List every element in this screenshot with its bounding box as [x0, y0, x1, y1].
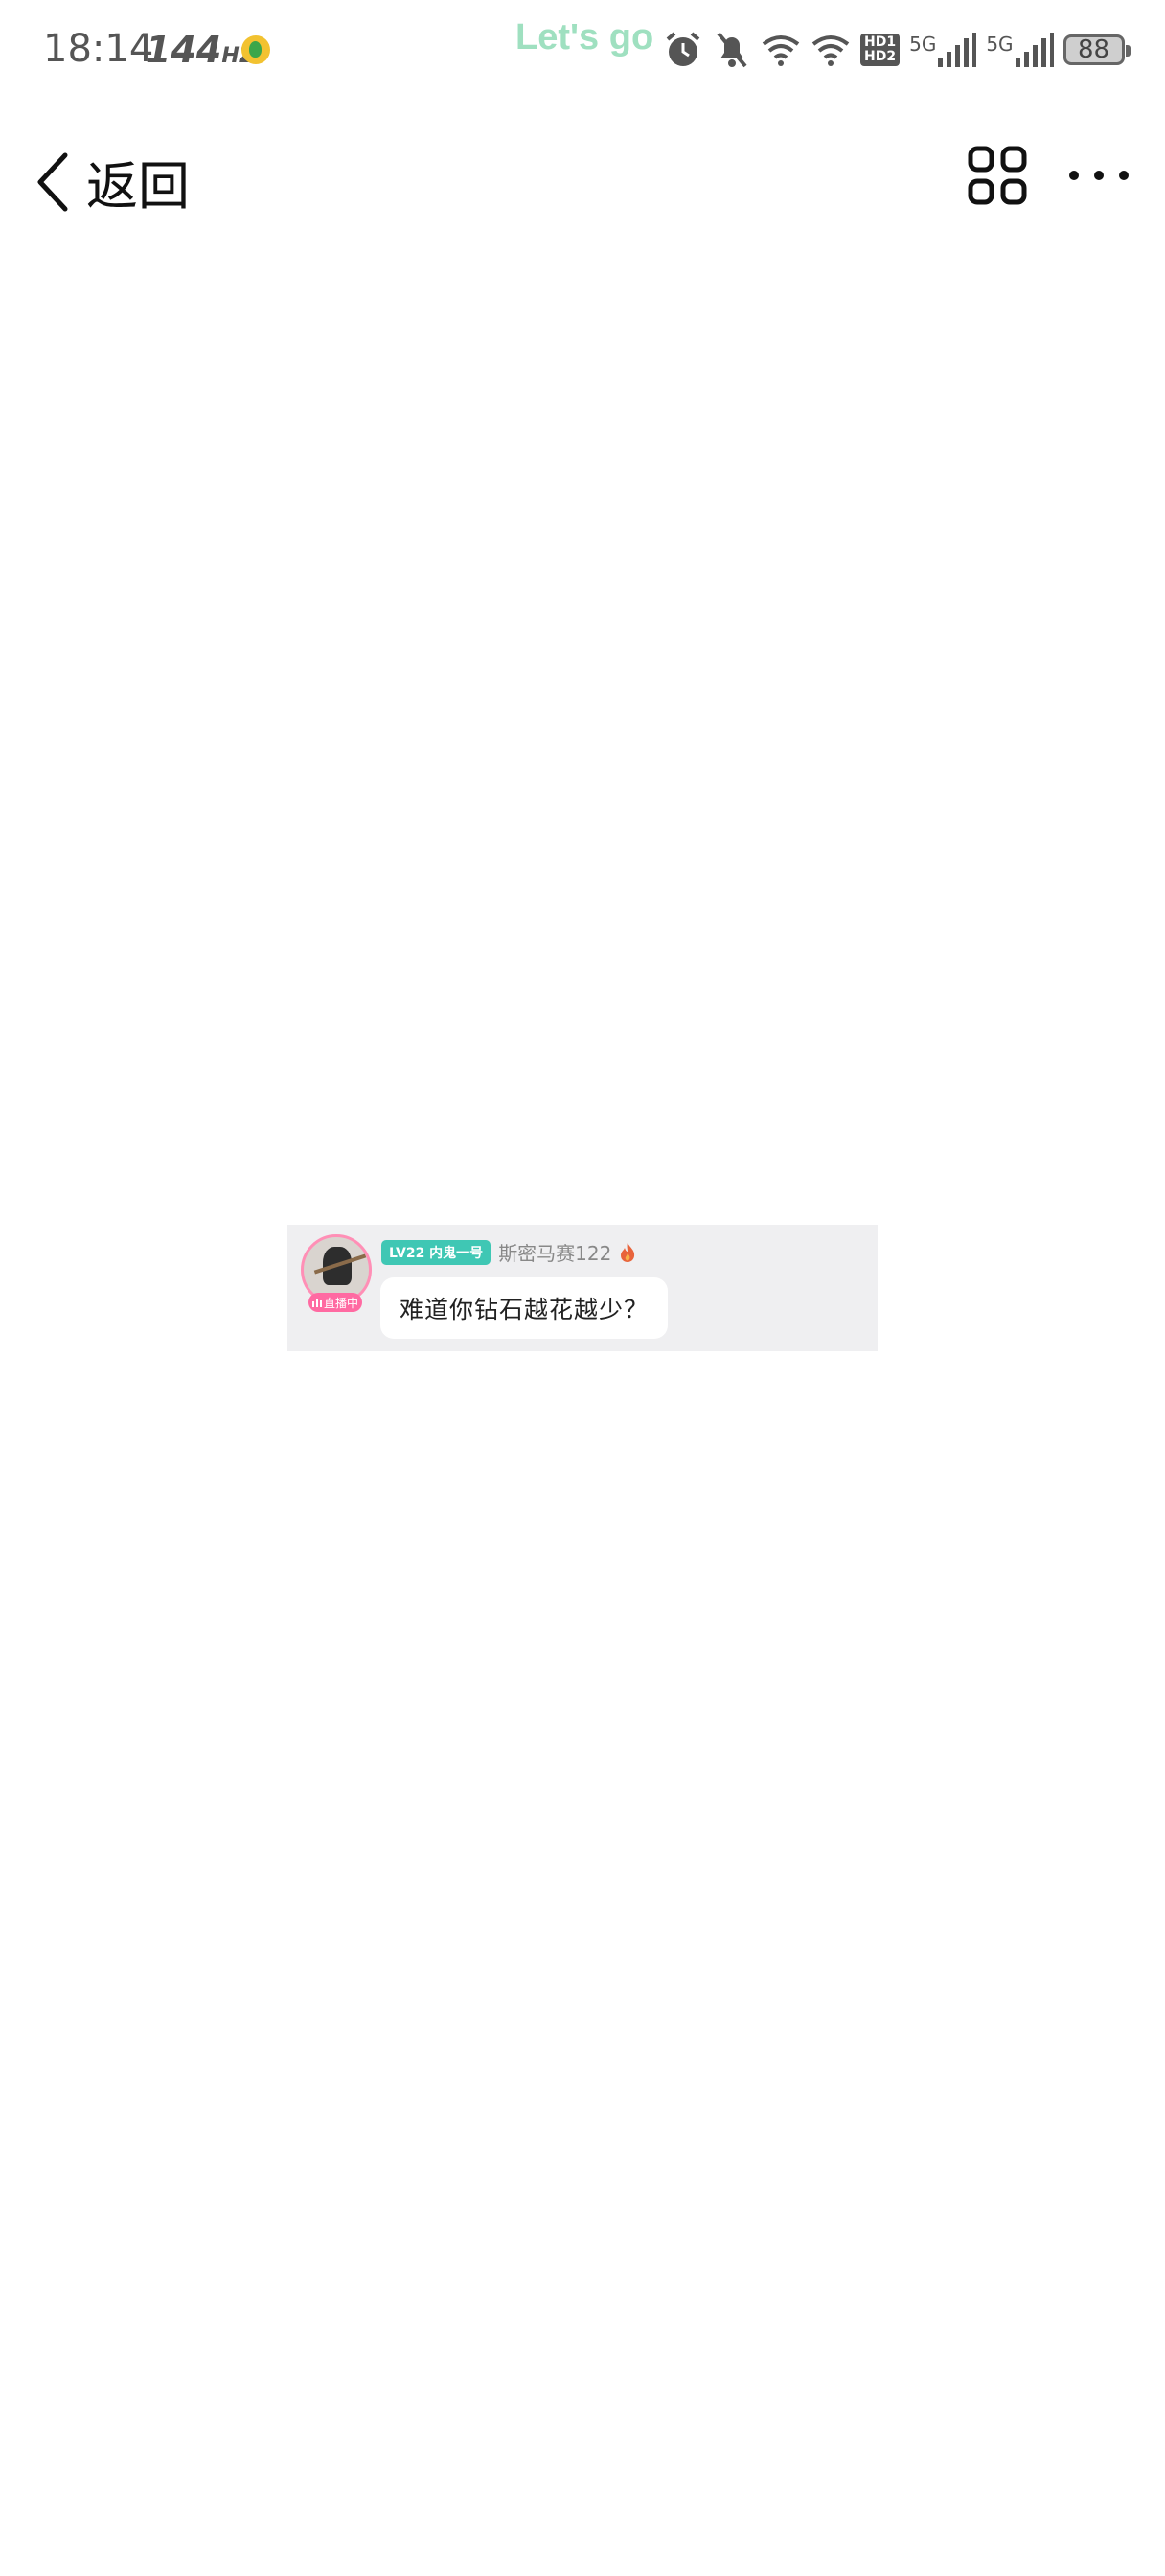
username[interactable]: 斯密马赛122 [498, 1238, 611, 1266]
network-label: 5G [986, 33, 1014, 56]
level-badge: LV22 内鬼一号 [381, 1239, 491, 1265]
network-label: 5G [909, 33, 937, 56]
chevron-left-icon [37, 152, 68, 211]
signal-bars-icon [938, 33, 977, 67]
alarm-icon [666, 32, 700, 66]
fire-icon [621, 1242, 635, 1262]
hd-icon: HD1 HD2 [860, 34, 901, 66]
status-icons: HD1 HD2 5G 5G 88 [663, 27, 1131, 73]
mute-bell-icon [717, 32, 747, 68]
live-badge: 直播中 [308, 1293, 362, 1312]
top-nav: 返回 [0, 125, 1165, 230]
app-notification-icon [241, 35, 270, 64]
more-icon[interactable] [1065, 146, 1132, 205]
sender-row: LV22 内鬼一号 斯密马赛122 [381, 1238, 636, 1266]
refresh-rate: 144HZ [146, 29, 255, 71]
wifi-icon [762, 35, 800, 66]
signal-2: 5G [986, 33, 1054, 67]
status-bar: 18:14 144HZ Let's go HD1 HD2 5G 5G 88 [0, 0, 1165, 96]
overlay-text: Let's go [515, 17, 654, 58]
message-bubble[interactable]: 难道你钻石越花越少？ [380, 1277, 669, 1339]
grid-icon[interactable] [968, 146, 1027, 205]
chat-message-card: 直播中 LV22 内鬼一号 斯密马赛122 难道你钻石越花越少？ [287, 1225, 878, 1351]
signal-bars-icon [1015, 33, 1054, 67]
signal-1: 5G [909, 33, 977, 67]
live-badge-label: 直播中 [323, 1296, 358, 1310]
status-time: 18:14 [43, 27, 154, 71]
wifi-2-icon [811, 35, 850, 66]
battery-icon: 88 [1062, 34, 1131, 65]
back-button[interactable]: 返回 [34, 144, 190, 219]
live-bars-icon [311, 1299, 322, 1307]
back-label: 返回 [86, 156, 190, 217]
